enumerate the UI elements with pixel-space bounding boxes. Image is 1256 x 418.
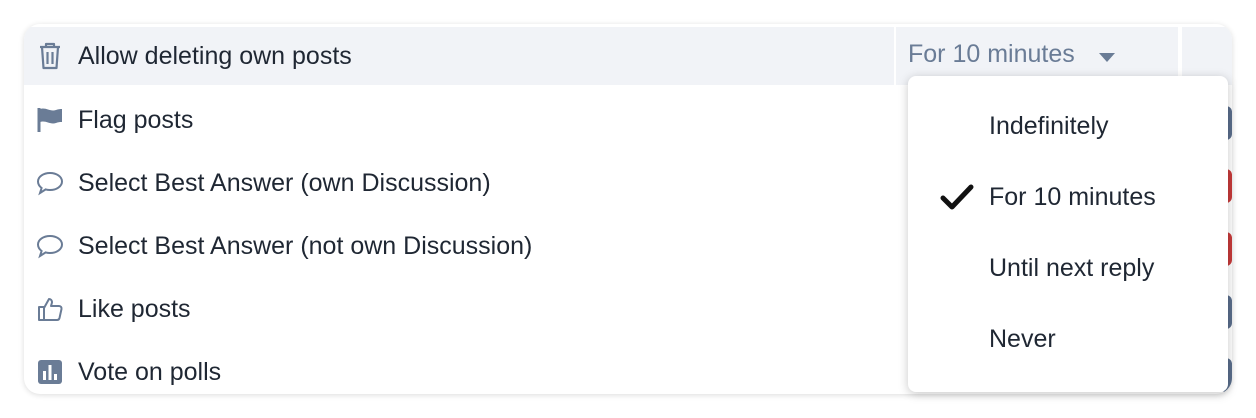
dropdown-option-until-next-reply[interactable]: Until next reply bbox=[908, 239, 1228, 299]
permission-label: Select Best Answer (own Discussion) bbox=[78, 168, 491, 197]
permission-label: Flag posts bbox=[78, 105, 194, 134]
permission-label: Vote on polls bbox=[78, 357, 222, 386]
select-value: For 10 minutes bbox=[908, 40, 1075, 68]
permission-label: Allow deleting own posts bbox=[78, 41, 352, 70]
dropdown-option-never[interactable]: Never bbox=[908, 310, 1228, 370]
thumbs-up-icon bbox=[36, 295, 64, 323]
option-label: Indefinitely bbox=[989, 112, 1109, 140]
comment-icon bbox=[36, 169, 64, 197]
permission-row-delete-own-posts[interactable]: Allow deleting own posts bbox=[24, 27, 894, 85]
permission-row-flag-posts[interactable]: Flag posts bbox=[24, 89, 904, 151]
comment-icon bbox=[36, 232, 64, 260]
option-label: Until next reply bbox=[989, 254, 1155, 282]
permission-row-best-answer-own[interactable]: Select Best Answer (own Discussion) bbox=[24, 152, 904, 214]
checkmark-icon bbox=[940, 183, 974, 213]
permission-row-vote-polls[interactable]: Vote on polls bbox=[24, 341, 904, 394]
trash-icon bbox=[36, 42, 64, 70]
flag-icon bbox=[36, 106, 64, 134]
dropdown-option-10-minutes[interactable]: For 10 minutes bbox=[908, 168, 1228, 228]
permission-row-like-posts[interactable]: Like posts bbox=[24, 278, 904, 340]
permission-row-best-answer-not-own[interactable]: Select Best Answer (not own Discussion) bbox=[24, 215, 904, 277]
permission-label: Select Best Answer (not own Discussion) bbox=[78, 231, 533, 260]
option-label: Never bbox=[989, 325, 1056, 353]
permission-label: Like posts bbox=[78, 294, 191, 323]
poll-icon bbox=[36, 358, 64, 386]
caret-down-icon bbox=[1099, 53, 1115, 62]
dropdown-option-indefinitely[interactable]: Indefinitely bbox=[908, 97, 1228, 157]
option-label: For 10 minutes bbox=[989, 183, 1156, 211]
delete-posts-dropdown-menu: Indefinitely For 10 minutes Until next r… bbox=[908, 76, 1228, 392]
